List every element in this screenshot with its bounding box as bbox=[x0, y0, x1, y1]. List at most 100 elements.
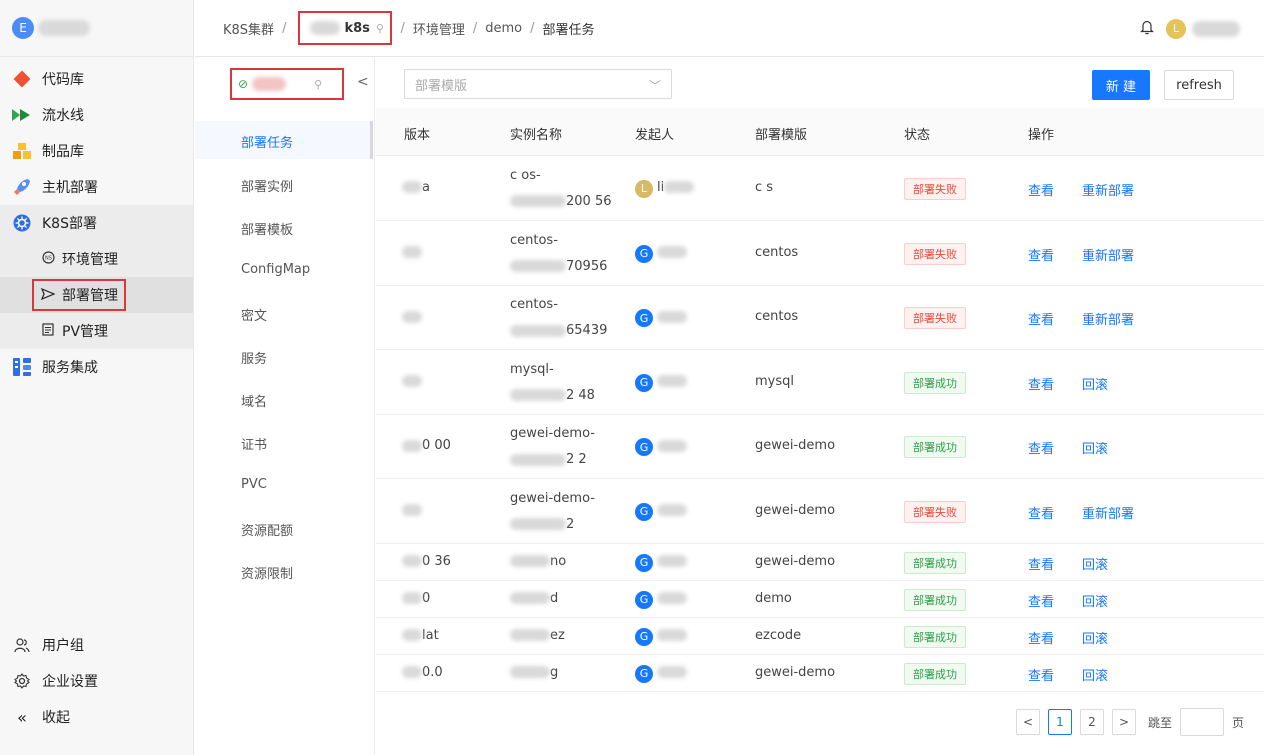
instance-name-redacted bbox=[510, 389, 566, 401]
table-row: 0 36 no Ggewei-demo 部署成功 查看 回滚 bbox=[376, 544, 1264, 581]
collapse-submenu-button[interactable]: < bbox=[357, 74, 369, 90]
nav-item-user-groups[interactable]: 用户组 bbox=[0, 627, 193, 663]
kubernetes-icon bbox=[12, 213, 32, 233]
template-cell: gewei-demo bbox=[755, 664, 836, 680]
submenu-item-certificates[interactable]: 证书 bbox=[241, 434, 267, 453]
search-icon: ⚲ bbox=[314, 77, 323, 91]
cluster-selector[interactable]: k8s ⚲ bbox=[298, 11, 393, 45]
status-badge: 部署成功 bbox=[904, 551, 966, 574]
view-link[interactable]: 查看 bbox=[1028, 665, 1054, 684]
submenu-item-secrets[interactable]: 密文 bbox=[241, 305, 267, 324]
initiator-redacted bbox=[657, 504, 687, 516]
view-link[interactable]: 查看 bbox=[1028, 503, 1054, 522]
instance-name-line2: 70956 bbox=[510, 254, 607, 280]
nav-sub-pv-manage[interactable]: PV管理 bbox=[0, 313, 193, 349]
namespace-name-redacted bbox=[252, 77, 287, 91]
cluster-name: k8s bbox=[344, 20, 370, 36]
rollback-link[interactable]: 回滚 bbox=[1082, 665, 1108, 684]
org-name-redacted bbox=[38, 20, 90, 36]
template-cell: mysql bbox=[755, 373, 794, 389]
page-2-button[interactable]: 2 bbox=[1079, 709, 1104, 735]
refresh-button[interactable]: refresh bbox=[1164, 70, 1234, 100]
org-avatar[interactable]: E bbox=[12, 17, 34, 39]
prev-page-button[interactable]: < bbox=[1015, 709, 1040, 735]
view-link[interactable]: 查看 bbox=[1028, 628, 1054, 647]
view-link[interactable]: 查看 bbox=[1028, 554, 1054, 573]
submenu-item-domains[interactable]: 域名 bbox=[241, 391, 267, 410]
redeploy-link[interactable]: 重新部署 bbox=[1082, 245, 1134, 264]
submenu-item-services[interactable]: 服务 bbox=[241, 348, 267, 367]
submenu-item-deploy-instances[interactable]: 部署实例 bbox=[241, 176, 293, 195]
rollback-link[interactable]: 回滚 bbox=[1082, 438, 1108, 457]
nav-sub-deploy-manage[interactable]: 部署管理 bbox=[0, 277, 193, 313]
nav-item-artifacts[interactable]: 制品库 bbox=[0, 133, 193, 169]
git-icon bbox=[12, 69, 32, 89]
page-1-button[interactable]: 1 bbox=[1047, 709, 1072, 735]
nav-item-pipeline[interactable]: 流水线 bbox=[0, 97, 193, 133]
submenu-item-configmap[interactable]: ConfigMap bbox=[241, 262, 310, 277]
nav-sub-env-manage[interactable]: NS 环境管理 bbox=[0, 241, 193, 277]
nav-item-k8s-deploy[interactable]: K8S部署 bbox=[0, 205, 193, 241]
namespace-selector[interactable]: ⊘ ⚲ bbox=[230, 68, 344, 100]
redeploy-link[interactable]: 重新部署 bbox=[1082, 309, 1134, 328]
breadcrumb-namespace[interactable]: demo bbox=[485, 21, 522, 36]
view-link[interactable]: 查看 bbox=[1028, 374, 1054, 393]
redeploy-link[interactable]: 重新部署 bbox=[1082, 180, 1134, 199]
submenu-item-deploy-tasks[interactable]: 部署任务 bbox=[241, 132, 293, 151]
table-row: centos- 70956 Gcentos 部署失败 查看 重新部署 bbox=[376, 221, 1264, 286]
instance-name: no bbox=[510, 554, 566, 569]
new-button[interactable]: 新 建 bbox=[1092, 70, 1150, 100]
status-badge: 部署失败 bbox=[904, 307, 966, 329]
table-row: 0.0 g Ggewei-demo 部署成功 查看 回滚 bbox=[376, 655, 1264, 692]
instance-name-line1: gewei-demo- bbox=[510, 426, 595, 441]
version-redacted bbox=[402, 246, 422, 258]
org-switcher[interactable]: E bbox=[0, 0, 193, 57]
resource-submenu: ⊘ ⚲ < 部署任务 部署实例 部署模板 ConfigMap 密文 服务 域名 … bbox=[195, 58, 375, 755]
view-link[interactable]: 查看 bbox=[1028, 591, 1054, 610]
submenu-item-pvc[interactable]: PVC bbox=[241, 477, 267, 492]
user-avatar[interactable]: L bbox=[1166, 18, 1186, 39]
submenu-item-deploy-templates[interactable]: 部署模板 bbox=[241, 219, 293, 238]
instance-name-line2: 200 56 bbox=[510, 189, 612, 215]
jump-page-input[interactable] bbox=[1179, 708, 1224, 736]
version-cell bbox=[402, 309, 422, 324]
initiator-name bbox=[657, 374, 687, 389]
instance-name: ez bbox=[510, 628, 565, 643]
rollback-link[interactable]: 回滚 bbox=[1082, 628, 1108, 647]
version-cell: 0 bbox=[402, 591, 430, 606]
table-row: mysql- 2 48 Gmysql 部署成功 查看 回滚 bbox=[376, 350, 1264, 415]
redeploy-link[interactable]: 重新部署 bbox=[1082, 503, 1134, 522]
ns-icon: NS bbox=[40, 251, 56, 267]
view-link[interactable]: 查看 bbox=[1028, 309, 1054, 328]
breadcrumb-env[interactable]: 环境管理 bbox=[413, 19, 465, 38]
col-template: 部署模版 bbox=[755, 128, 808, 143]
nav-item-collapse[interactable]: « 收起 bbox=[0, 699, 193, 735]
nav-sub-label: 部署管理 bbox=[62, 288, 118, 304]
table-row: centos- 65439 Gcentos 部署失败 查看 重新部署 bbox=[376, 286, 1264, 350]
rollback-link[interactable]: 回滚 bbox=[1082, 554, 1108, 573]
nav-item-repos[interactable]: 代码库 bbox=[0, 61, 193, 97]
view-link[interactable]: 查看 bbox=[1028, 438, 1054, 457]
rollback-link[interactable]: 回滚 bbox=[1082, 591, 1108, 610]
status-badge: 部署成功 bbox=[904, 662, 966, 685]
breadcrumb-root[interactable]: K8S集群 bbox=[223, 19, 274, 38]
instance-name-redacted bbox=[510, 666, 550, 678]
next-page-button[interactable]: > bbox=[1111, 709, 1136, 735]
bell-icon[interactable] bbox=[1140, 19, 1154, 39]
instance-name-redacted bbox=[510, 260, 566, 272]
jump-label: 跳至 bbox=[1147, 715, 1172, 730]
rollback-link[interactable]: 回滚 bbox=[1082, 374, 1108, 393]
nav-item-service-integration[interactable]: 服务集成 bbox=[0, 349, 193, 385]
nav-item-enterprise-settings[interactable]: 企业设置 bbox=[0, 663, 193, 699]
view-link[interactable]: 查看 bbox=[1028, 180, 1054, 199]
view-link[interactable]: 查看 bbox=[1028, 245, 1054, 264]
table-row: a c os- 200 56 Lli c s 部署失败 查看 重新部署 bbox=[376, 156, 1264, 221]
submenu-item-resource-quota[interactable]: 资源配额 bbox=[241, 520, 293, 539]
template-filter-select[interactable]: 部署模版 ﹀ bbox=[404, 69, 672, 99]
nav-item-host-deploy[interactable]: 主机部署 bbox=[0, 169, 193, 205]
user-name-redacted[interactable] bbox=[1192, 20, 1240, 37]
version-cell bbox=[402, 245, 422, 260]
template-cell: gewei-demo bbox=[755, 553, 836, 569]
submenu-item-resource-limit[interactable]: 资源限制 bbox=[241, 563, 293, 582]
version-cell: 0 00 bbox=[402, 438, 451, 453]
